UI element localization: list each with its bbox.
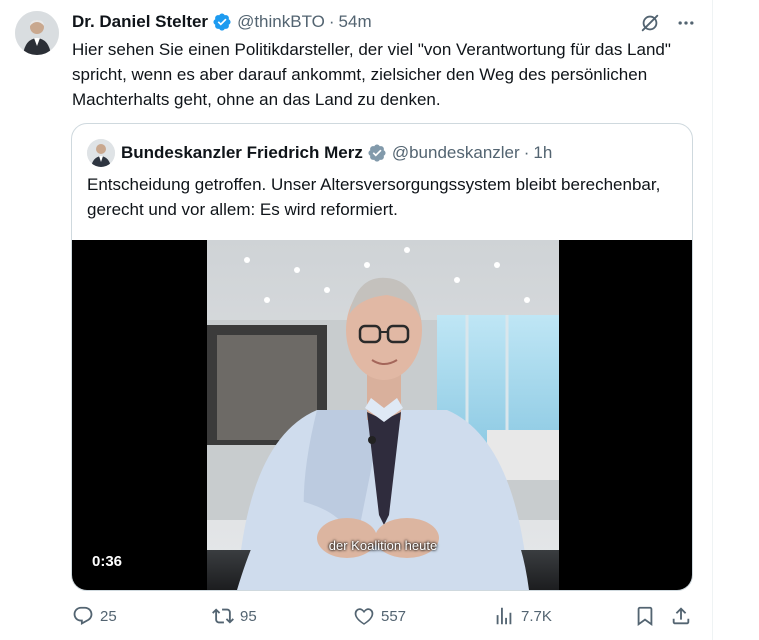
like-button[interactable]: 557 <box>353 602 406 630</box>
quoted-separator-dot: · <box>523 143 530 162</box>
like-icon <box>354 608 374 625</box>
separator-dot: · <box>328 12 335 31</box>
tweet-header: Dr. Daniel Stelter @thinkBTO · 54m <box>72 10 372 34</box>
tweet-top-actions <box>638 11 698 35</box>
like-count: 557 <box>381 607 407 625</box>
quoted-author-name[interactable]: Bundeskanzler Friedrich Merz <box>121 143 363 163</box>
tweet-time[interactable]: 54m <box>339 12 372 32</box>
bookmark-button[interactable] <box>634 602 656 630</box>
share-icon <box>672 607 690 625</box>
author-name[interactable]: Dr. Daniel Stelter <box>72 12 208 32</box>
quoted-text: Entscheidung getroffen. Unser Altersvers… <box>87 175 661 219</box>
quoted-author-avatar[interactable] <box>87 139 115 167</box>
timeline-border <box>712 0 713 640</box>
author-handle[interactable]: @thinkBTO <box>237 12 325 32</box>
verified-badge-icon <box>213 13 231 31</box>
video-player[interactable]: der Koalition heute 0:36 <box>72 240 692 590</box>
video-duration: 0:36 <box>92 553 123 570</box>
quoted-header: Bundeskanzler Friedrich Merz @bundeskanz… <box>87 139 552 167</box>
reply-count: 25 <box>100 607 117 625</box>
reply-button[interactable]: 25 <box>72 602 117 630</box>
reply-icon <box>73 606 93 626</box>
bookmark-icon <box>637 606 653 627</box>
author-avatar[interactable] <box>15 11 59 55</box>
quoted-tweet[interactable]: Bundeskanzler Friedrich Merz @bundeskanz… <box>71 123 693 591</box>
video-caption: der Koalition heute <box>328 538 438 553</box>
views-button[interactable]: 7.7K <box>493 602 552 630</box>
more-icon[interactable] <box>674 11 698 35</box>
repost-button[interactable]: 95 <box>212 602 257 630</box>
verified-gray-badge-icon <box>368 144 386 162</box>
views-count: 7.7K <box>521 607 552 625</box>
share-button[interactable] <box>670 602 692 630</box>
grok-icon[interactable] <box>638 11 662 35</box>
tweet-text: Hier sehen Sie einen Politikdarsteller, … <box>72 40 671 109</box>
quoted-time[interactable]: 1h <box>533 143 552 163</box>
tweet-actions: 25 95 557 7.7K <box>70 602 696 630</box>
repost-count: 95 <box>240 607 257 625</box>
quoted-author-handle[interactable]: @bundeskanzler <box>392 143 520 163</box>
views-icon <box>496 607 512 625</box>
repost-icon <box>212 608 234 624</box>
